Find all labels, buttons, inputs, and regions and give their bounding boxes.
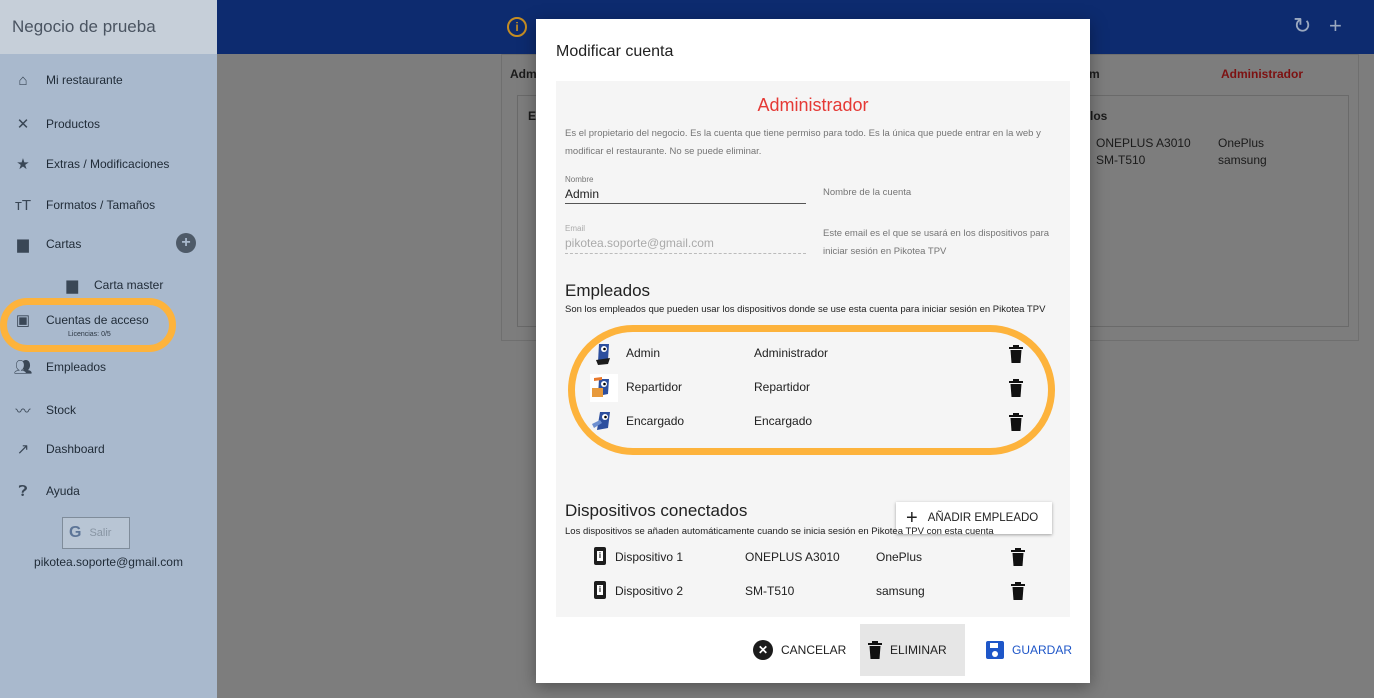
add-carta-button[interactable]: + — [176, 233, 196, 253]
bg-devices-title: los — [1090, 109, 1108, 123]
nav-item-ayuda[interactable]: ❓︎ Ayuda — [0, 476, 217, 506]
nav-label: Extras / Modificaciones — [46, 157, 170, 171]
device-name: Dispositivo 2 — [615, 584, 684, 598]
nav-item-dashboard[interactable]: ↗ Dashboard — [0, 434, 217, 464]
phone-icon: i — [594, 581, 606, 599]
save-icon — [986, 641, 1004, 659]
nav-item-productos[interactable]: ✕ Productos — [0, 109, 217, 139]
sidebar-email: pikotea.soporte@gmail.com — [34, 555, 183, 569]
highlight-ring-employees — [568, 325, 1055, 455]
bg-col-account: Adm — [510, 67, 537, 81]
star-icon: ★ — [16, 156, 30, 173]
device-brand: samsung — [876, 584, 925, 598]
nav-label: Stock — [46, 403, 77, 417]
nav-item-formatos[interactable]: ᴛT Formatos / Tamaños — [0, 190, 217, 220]
bg-card-e: E — [528, 109, 537, 123]
bg-device-model: SM-T510 — [1096, 153, 1146, 167]
device-name: Dispositivo 1 — [615, 550, 684, 564]
menu-book-icon: ▆ — [17, 236, 29, 253]
menu-book-icon: ▆ — [66, 277, 78, 294]
device-model: SM-T510 — [745, 584, 795, 598]
cancel-icon: ✕ — [753, 640, 773, 660]
nav-item-extras[interactable]: ★ Extras / Modificaciones — [0, 149, 217, 179]
name-field[interactable]: Admin — [565, 187, 805, 203]
nav-label: Mi restaurante — [46, 73, 123, 87]
device-row[interactable]: i Dispositivo 2 SM-T510 samsung — [594, 577, 1034, 607]
nav-label: Ayuda — [46, 484, 80, 498]
devices-description: Los dispositivos se añaden automáticamen… — [565, 526, 994, 537]
trend-icon: 〰 — [15, 402, 31, 420]
info-icon[interactable]: i — [507, 17, 527, 37]
people-icon: 👥︎ — [13, 359, 33, 376]
refresh-icon[interactable]: ↻ — [1293, 13, 1311, 39]
save-label: GUARDAR — [1012, 643, 1073, 657]
nav-item-mi-restaurante[interactable]: ⌂ Mi restaurante — [0, 65, 217, 95]
email-field-underline — [565, 253, 806, 254]
google-icon: G — [69, 524, 82, 541]
device-row[interactable]: i Dispositivo 1 ONEPLUS A3010 OnePlus — [594, 543, 1034, 573]
text-size-icon: ᴛT — [14, 196, 32, 214]
bg-col-role: Administrador — [1221, 67, 1304, 81]
email-field-help: Este email es el que se usará en los dis… — [823, 228, 1050, 257]
name-field-help: Nombre de la cuenta — [823, 187, 912, 198]
google-signout-button[interactable]: G Salir — [62, 517, 130, 549]
bg-device-model: ONEPLUS A3010 — [1096, 136, 1191, 150]
delete-device-icon[interactable] — [1011, 582, 1025, 600]
chart-up-icon: ↗ — [16, 441, 30, 458]
role-description: Es el propietario del negocio. Es la cue… — [565, 128, 1041, 157]
bg-col-m: m — [1089, 67, 1100, 81]
help-icon: ❓︎ — [18, 482, 28, 500]
nav-label: Cartas — [46, 237, 82, 251]
cancel-button[interactable]: ✕ CANCELAR — [745, 624, 854, 676]
name-field-underline — [565, 203, 806, 204]
plus-icon[interactable]: + — [1329, 13, 1342, 39]
delete-button[interactable]: ELIMINAR — [860, 624, 965, 676]
employees-description: Son los empleados que pueden usar los di… — [565, 304, 1046, 315]
name-field-label: Nombre — [565, 175, 594, 184]
phone-icon: i — [594, 547, 606, 565]
devices-title: Dispositivos conectados — [565, 501, 748, 520]
nav-label: Carta master — [94, 278, 164, 292]
nav-label: Dashboard — [46, 442, 105, 456]
employees-title: Empleados — [565, 281, 651, 300]
bg-device-brand: OnePlus — [1218, 136, 1265, 150]
home-icon: ⌂ — [18, 71, 28, 89]
utensils-icon: ✕ — [16, 116, 30, 133]
email-field-label: Email — [565, 224, 586, 233]
nav-item-stock[interactable]: 〰 Stock — [0, 395, 217, 425]
nav-item-carta-master[interactable]: ▆ Carta master — [0, 270, 217, 300]
signout-label: Salir — [89, 527, 112, 539]
highlight-ring-sidebar — [0, 298, 176, 352]
device-model: ONEPLUS A3010 — [745, 550, 840, 564]
bg-device-brand: samsung — [1218, 153, 1267, 167]
nav-label: Productos — [46, 117, 101, 131]
save-button[interactable]: GUARDAR — [978, 624, 1080, 676]
email-field: pikotea.soporte@gmail.com — [565, 236, 714, 250]
trash-icon — [868, 641, 882, 659]
device-brand: OnePlus — [876, 550, 923, 564]
cancel-label: CANCELAR — [781, 643, 847, 657]
business-name: Negocio de prueba — [0, 0, 217, 54]
role-title: Administrador — [757, 95, 869, 115]
delete-label: ELIMINAR — [890, 643, 947, 657]
nav-label: Formatos / Tamaños — [46, 198, 156, 212]
delete-device-icon[interactable] — [1011, 548, 1025, 566]
nav-item-empleados[interactable]: 👥︎ Empleados — [0, 352, 217, 382]
dialog-title: Modificar cuenta — [556, 43, 674, 60]
nav-label: Empleados — [46, 360, 107, 374]
